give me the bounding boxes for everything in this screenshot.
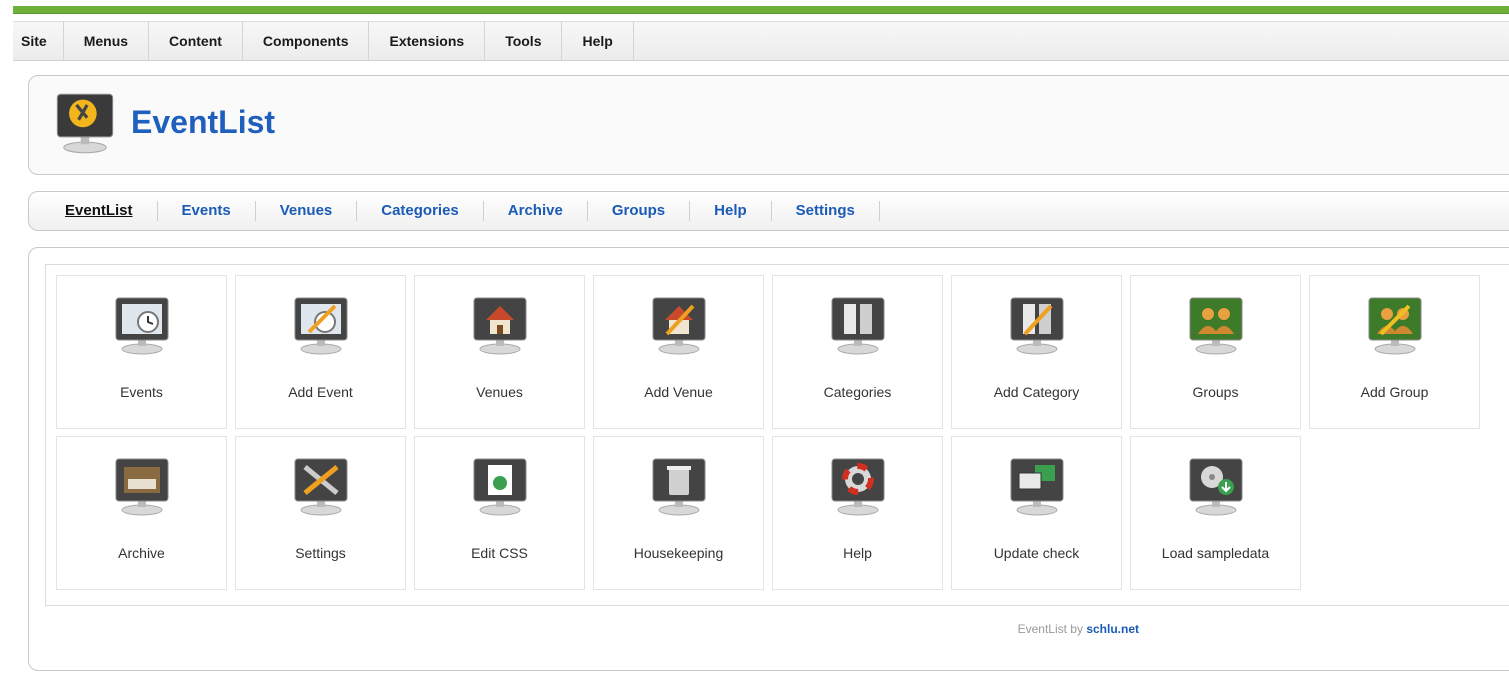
tile-label: Categories <box>823 384 892 400</box>
menu-help[interactable]: Help <box>562 22 634 60</box>
icon-grid: Events Add Event Venues Add Venue Catego… <box>45 264 1509 606</box>
footer-prefix: EventList by <box>1017 622 1083 636</box>
tile-label: Events <box>120 384 163 400</box>
tile-add-event[interactable]: Add Event <box>235 275 406 429</box>
tile-label: Add Group <box>1360 384 1429 400</box>
subnav-events[interactable]: Events <box>158 201 256 221</box>
events-icon <box>115 297 169 355</box>
settings-icon <box>294 458 348 516</box>
tile-label: Archive <box>118 545 165 561</box>
archive-icon <box>115 458 169 516</box>
tile-archive[interactable]: Archive <box>56 436 227 590</box>
tile-label: Update check <box>993 545 1080 561</box>
add-category-icon <box>1010 297 1064 355</box>
subnav-help[interactable]: Help <box>690 201 772 221</box>
subnav-settings[interactable]: Settings <box>772 201 880 221</box>
groups-icon <box>1189 297 1243 355</box>
submenu: EventList Events Venues Categories Archi… <box>28 191 1509 231</box>
tile-settings[interactable]: Settings <box>235 436 406 590</box>
tile-label: Groups <box>1192 384 1239 400</box>
tile-label: Add Category <box>993 384 1080 400</box>
menu-tools[interactable]: Tools <box>485 22 563 60</box>
tile-events[interactable]: Events <box>56 275 227 429</box>
subnav-groups[interactable]: Groups <box>588 201 691 221</box>
tile-label: Edit CSS <box>471 545 528 561</box>
tile-label: Help <box>843 545 872 561</box>
tile-update-check[interactable]: Update check <box>951 436 1122 590</box>
edit-css-icon <box>473 458 527 516</box>
update-check-icon <box>1010 458 1064 516</box>
menu-components[interactable]: Components <box>243 22 370 60</box>
load-sampledata-icon <box>1189 458 1243 516</box>
page-header: EventList <box>28 75 1509 175</box>
subnav-venues[interactable]: Venues <box>256 201 358 221</box>
help-icon <box>831 458 885 516</box>
main-menubar: Site Menus Content Components Extensions… <box>13 21 1509 61</box>
subnav-archive[interactable]: Archive <box>484 201 588 221</box>
tile-label: Housekeeping <box>633 545 724 561</box>
admin-top-strip <box>13 6 1509 14</box>
tile-load-sampledata[interactable]: Load sampledata <box>1130 436 1301 590</box>
menu-menus[interactable]: Menus <box>64 22 150 60</box>
tile-add-category[interactable]: Add Category <box>951 275 1122 429</box>
subnav-eventlist[interactable]: EventList <box>29 201 158 221</box>
menu-extensions[interactable]: Extensions <box>369 22 486 60</box>
subnav-categories[interactable]: Categories <box>357 201 484 221</box>
tile-groups[interactable]: Groups <box>1130 275 1301 429</box>
footer-credit: EventList by schlu.net <box>29 622 1139 636</box>
eventlist-logo-icon <box>56 93 114 154</box>
add-group-icon <box>1368 297 1422 355</box>
housekeeping-icon <box>652 458 706 516</box>
tile-edit-css[interactable]: Edit CSS <box>414 436 585 590</box>
venues-icon <box>473 297 527 355</box>
menu-site[interactable]: Site <box>13 22 64 60</box>
menu-content[interactable]: Content <box>149 22 243 60</box>
categories-icon <box>831 297 885 355</box>
tile-categories[interactable]: Categories <box>772 275 943 429</box>
page-title: EventList <box>131 104 276 140</box>
tile-label: Venues <box>476 384 523 400</box>
tile-venues[interactable]: Venues <box>414 275 585 429</box>
footer-link[interactable]: schlu.net <box>1086 622 1139 636</box>
tile-add-venue[interactable]: Add Venue <box>593 275 764 429</box>
tile-label: Settings <box>295 545 346 561</box>
tile-add-group[interactable]: Add Group <box>1309 275 1480 429</box>
tile-label: Add Event <box>288 384 353 400</box>
tile-help[interactable]: Help <box>772 436 943 590</box>
control-panel: Events Add Event Venues Add Venue Catego… <box>28 247 1509 671</box>
add-venue-icon <box>652 297 706 355</box>
tile-label: Add Venue <box>644 384 713 400</box>
tile-housekeeping[interactable]: Housekeeping <box>593 436 764 590</box>
tile-label: Load sampledata <box>1161 545 1270 561</box>
add-event-icon <box>294 297 348 355</box>
